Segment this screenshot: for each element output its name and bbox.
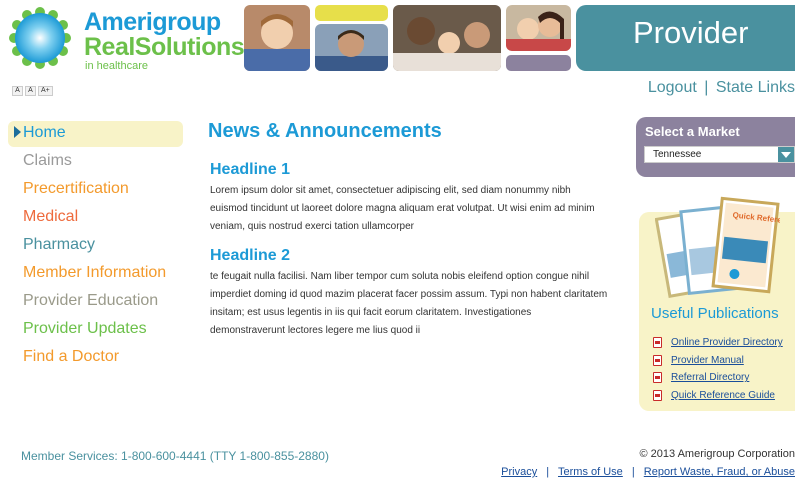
nav-item-claims[interactable]: Claims [8,149,183,177]
list-item: Referral Directory [653,369,783,387]
publication-link[interactable]: Online Provider Directory [671,337,783,348]
list-item: Quick Reference Guide [653,387,783,405]
font-size-large-button[interactable]: A+ [38,86,53,96]
main-content: News & Announcements Headline 1 Lorem ip… [208,120,608,351]
nav-item-label: Home [23,124,66,141]
useful-publications-panel: Quick Reference Useful Publications Onli… [639,196,795,411]
brand-subname: RealSolutions [84,33,245,61]
news-article: Headline 2 te feugait nulla facilisi. Na… [208,247,608,340]
nav-item-provider-updates[interactable]: Provider Updates [8,317,183,345]
header-photo-family [393,5,501,71]
news-article: Headline 1 Lorem ipsum dolor sit amet, c… [208,161,608,236]
font-size-medium-button[interactable]: A [25,86,36,96]
publication-link[interactable]: Quick Reference Guide [671,390,775,401]
footer-separator: | [631,466,635,478]
header-photo-child [244,5,310,71]
privacy-link[interactable]: Privacy [501,466,537,478]
publication-link[interactable]: Provider Manual [671,355,744,366]
footer-links: Privacy | Terms of Use | Report Waste, F… [501,466,795,478]
state-links-link[interactable]: State Links [716,79,795,96]
report-fraud-link[interactable]: Report Waste, Fraud, or Abuse [644,466,795,478]
chevron-down-icon[interactable] [778,147,794,162]
sunburst-logo-icon [9,7,71,69]
terms-of-use-link[interactable]: Terms of Use [558,466,623,478]
amerigroup-logo[interactable]: Amerigroup RealSolutions in healthcare [8,6,245,72]
market-selector-title: Select a Market [645,124,740,139]
list-item: Provider Manual [653,352,783,370]
header-photo-mother-baby [506,5,571,51]
article-headline[interactable]: Headline 2 [210,247,608,265]
nav-item-provider-education[interactable]: Provider Education [8,289,183,317]
copyright-text: © 2013 Amerigroup Corporation [639,448,795,460]
market-selector-panel: Select a Market Tennessee [636,117,795,177]
pdf-file-icon [653,354,662,366]
nav-item-home[interactable]: Home [8,121,183,147]
article-body: Lorem ipsum dolor sit amet, consectetuer… [210,185,595,232]
nav-item-precertification[interactable]: Precertification [8,177,183,205]
pdf-file-icon [653,389,662,401]
logout-link[interactable]: Logout [648,79,697,96]
font-size-small-button[interactable]: A [12,86,23,96]
publication-covers-image: Quick Reference [655,196,780,298]
font-size-controls: A A A+ [12,86,53,96]
top-links: Logout | State Links [648,79,795,97]
publications-title: Useful Publications [651,305,779,322]
nav-item-medical[interactable]: Medical [8,205,183,233]
top-links-separator: | [704,79,709,96]
publications-list: Online Provider Directory Provider Manua… [653,334,783,404]
article-body: te feugait nulla facilisi. Nam liber tem… [210,271,608,336]
market-dropdown[interactable]: Tennessee [644,146,795,163]
provider-banner: Provider [576,5,795,71]
pdf-file-icon [653,337,662,349]
left-navigation: Home Claims Precertification Medical Pha… [8,121,183,373]
list-item: Online Provider Directory [653,334,783,352]
article-headline[interactable]: Headline 1 [210,161,608,179]
market-selected-value: Tennessee [653,149,702,160]
arrow-right-icon [14,126,21,138]
footer-separator: | [546,466,550,478]
member-services-phone: Member Services: 1-800-600-4441 (TTY 1-8… [21,449,329,463]
page-title: News & Announcements [208,120,442,142]
nav-item-member-information[interactable]: Member Information [8,261,183,289]
brand-tagline: in healthcare [85,60,148,72]
pdf-file-icon [653,372,662,384]
nav-item-find-a-doctor[interactable]: Find a Doctor [8,345,183,373]
header-photo-boy [315,24,388,71]
header-accent-purple [506,55,571,71]
header-accent-yellow [315,5,388,21]
nav-item-pharmacy[interactable]: Pharmacy [8,233,183,261]
publication-link[interactable]: Referral Directory [671,372,749,383]
